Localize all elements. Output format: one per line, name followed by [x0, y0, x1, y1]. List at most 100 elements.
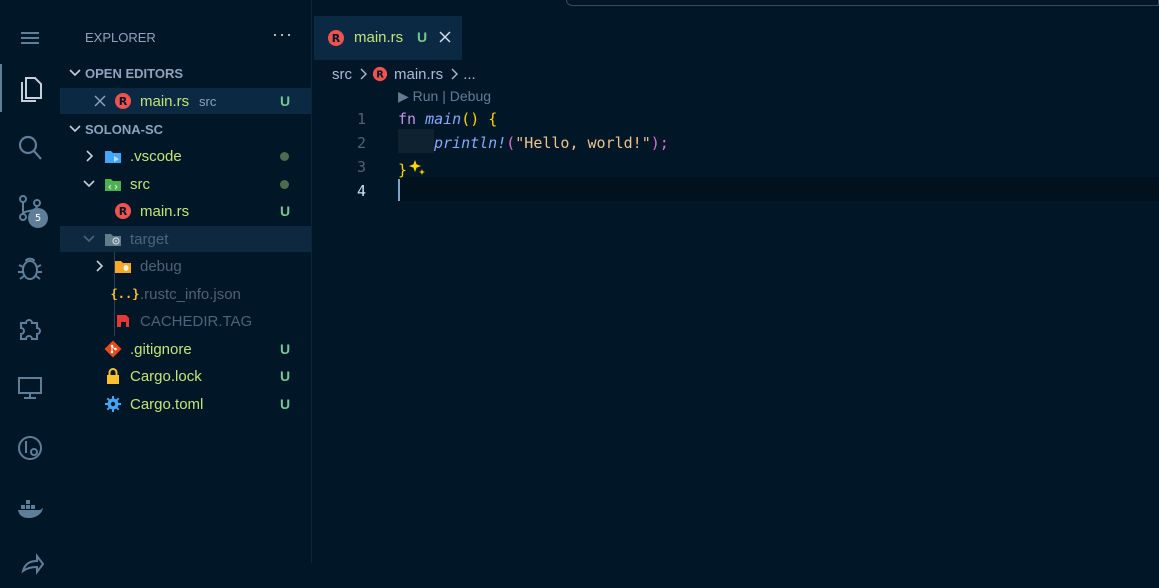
docker-icon[interactable]	[0, 484, 60, 532]
codelens-run-debug[interactable]: ▶ Run | Debug	[398, 88, 491, 105]
testing-icon[interactable]	[0, 424, 60, 472]
tab-status: U	[417, 29, 428, 45]
git-status-badge: U	[280, 203, 291, 219]
code-line: println!("Hello, world!");	[434, 134, 669, 152]
line-number: 3	[356, 158, 366, 176]
tree-item-name: .rustc_info.json	[140, 285, 241, 303]
svg-text:R: R	[119, 95, 128, 108]
code-punct: }	[398, 161, 408, 179]
json-file-icon: {..}	[110, 287, 140, 301]
tree-file-cachedir[interactable]: CACHEDIR.TAG	[60, 308, 311, 334]
code-editor[interactable]: ▶ Run | Debug 1 2 3 4 fn main() { printl…	[312, 86, 1159, 563]
workspace-label: SOLONA-SC	[85, 121, 163, 137]
code-punct: (	[506, 134, 516, 152]
code-macro: println!	[434, 134, 507, 152]
code-line: fn main() {	[398, 110, 497, 128]
workspace-section[interactable]: SOLONA-SC	[60, 116, 311, 142]
tree-item-name: Cargo.toml	[130, 395, 204, 413]
open-editor-folder: src	[199, 93, 217, 109]
chevron-down-icon	[83, 180, 95, 188]
git-status-badge: U	[280, 341, 291, 357]
remote-explorer-icon[interactable]	[0, 364, 60, 412]
tree-item-name: Cargo.lock	[130, 367, 202, 385]
chevron-right-icon	[86, 150, 94, 162]
chevron-down-icon	[83, 235, 95, 243]
code-punct: () {	[461, 110, 498, 128]
folder-src-icon	[104, 175, 122, 193]
tree-item-name: CACHEDIR.TAG	[140, 312, 253, 330]
explorer-icon[interactable]	[0, 64, 60, 112]
modified-dot	[280, 151, 289, 161]
rust-file-icon: R	[114, 202, 132, 220]
tree-file-rustc-info[interactable]: {..} .rustc_info.json	[60, 281, 311, 307]
command-center[interactable]	[566, 0, 1159, 6]
git-status-badge: U	[280, 93, 291, 109]
code-line: }	[398, 158, 427, 179]
chevron-down-icon	[69, 69, 81, 77]
tree-item-name: .vscode	[130, 147, 182, 165]
folder-debug-icon	[114, 257, 132, 275]
sparkle-icon[interactable]	[407, 158, 427, 178]
git-icon	[104, 340, 122, 358]
tab-label: main.rs	[354, 29, 404, 46]
code-punct: );	[650, 134, 669, 152]
code-string: "Hello, world!"	[515, 134, 651, 152]
tree-item-name: src	[130, 175, 150, 193]
breadcrumb: src R main.rs ...	[312, 62, 476, 86]
tree-folder-src[interactable]: src	[60, 171, 311, 197]
tag-file-icon	[114, 312, 132, 330]
close-icon[interactable]	[439, 31, 451, 43]
extensions-icon[interactable]	[0, 304, 60, 352]
menu-icon[interactable]	[0, 14, 60, 62]
search-icon[interactable]	[0, 124, 60, 172]
tree-file-cargo-lock[interactable]: Cargo.lock U	[60, 363, 311, 389]
breadcrumb-file[interactable]: main.rs	[394, 66, 443, 83]
rust-file-icon: R	[327, 29, 345, 52]
svg-text:R: R	[332, 32, 341, 45]
lock-icon	[104, 367, 122, 385]
activity-bar: 5	[0, 0, 60, 575]
tree-folder-target[interactable]: target	[60, 226, 311, 252]
tree-folder-vscode[interactable]: .vscode	[60, 143, 311, 169]
tab-bar: R main.rs U	[312, 0, 1159, 60]
share-icon[interactable]	[0, 540, 60, 588]
rust-file-icon: R	[372, 66, 388, 82]
tree-item-name: target	[130, 230, 169, 248]
rust-file-icon: R	[114, 92, 132, 110]
tree-item-name: main.rs	[140, 202, 190, 220]
open-editor-name: main.rs	[140, 92, 190, 110]
explorer-sidebar: EXPLORER ··· OPEN EDITORS R main.rs src …	[60, 0, 312, 563]
tree-file-main-rs[interactable]: R main.rs U	[60, 198, 311, 224]
line-number: 4	[356, 182, 366, 200]
git-status-badge: U	[280, 396, 291, 412]
code-function: main	[425, 110, 462, 128]
git-status-badge: U	[280, 368, 291, 384]
folder-target-icon	[104, 230, 122, 248]
breadcrumb-folder[interactable]: src	[332, 66, 352, 83]
tab-main-rs[interactable]: R main.rs U	[314, 16, 462, 60]
tree-file-cargo-toml[interactable]: Cargo.toml U	[60, 391, 311, 417]
svg-text:R: R	[376, 70, 384, 81]
svg-text:R: R	[119, 205, 128, 218]
tree-file-gitignore[interactable]: .gitignore U	[60, 336, 311, 362]
close-icon[interactable]	[94, 95, 106, 107]
tree-item-name: debug	[140, 257, 182, 275]
text-cursor	[398, 179, 400, 201]
modified-dot	[280, 179, 289, 189]
tree-folder-debug[interactable]: debug	[60, 253, 311, 279]
breadcrumb-more[interactable]: ...	[463, 66, 476, 83]
code-keyword: fn	[398, 110, 417, 128]
chevron-right-icon	[360, 68, 367, 80]
indent-highlight	[398, 129, 434, 153]
open-editor-item[interactable]: R main.rs src U	[60, 88, 311, 114]
chevron-right-icon	[96, 260, 104, 272]
folder-vscode-icon	[104, 147, 122, 165]
explorer-more-button[interactable]: ···	[272, 24, 293, 45]
open-editors-section[interactable]: OPEN EDITORS	[60, 60, 311, 86]
debug-icon[interactable]	[0, 244, 60, 292]
scm-badge: 5	[28, 208, 48, 228]
explorer-title: EXPLORER	[85, 30, 156, 45]
line-number: 2	[356, 134, 366, 152]
gear-icon	[104, 395, 122, 413]
open-editors-label: OPEN EDITORS	[85, 65, 184, 81]
